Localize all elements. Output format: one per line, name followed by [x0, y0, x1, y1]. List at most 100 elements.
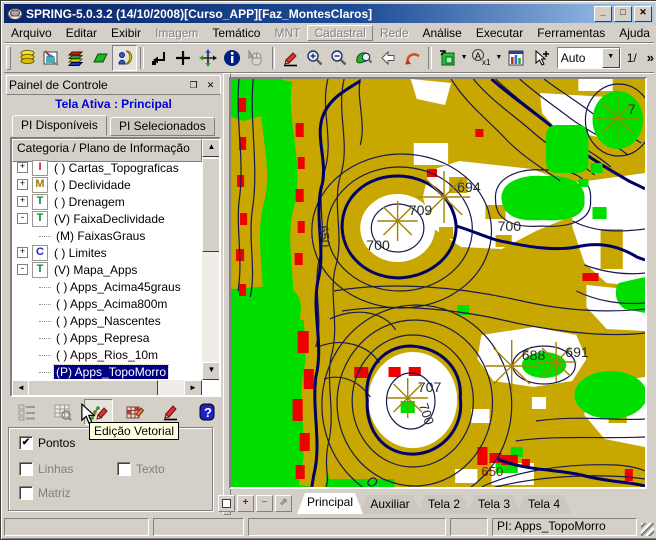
tab-principal[interactable]: Principal	[297, 493, 363, 514]
panel-float-button[interactable]: ❐	[186, 79, 201, 92]
checkbox-mark	[19, 462, 33, 476]
database-button[interactable]	[15, 45, 39, 71]
elevation-label-688: 688	[522, 347, 546, 363]
tree-item-apps-topomorro[interactable]: (P) Apps_TopoMorro	[13, 363, 201, 379]
tab-pi-disponiveis[interactable]: PI Disponíveis	[12, 115, 107, 136]
tree-hscrollbar[interactable]: ◄ ►	[12, 380, 202, 395]
tab-pi-selecionados[interactable]: PI Selecionados	[110, 117, 215, 136]
checkbox-mark[interactable]: ✔	[19, 436, 33, 450]
maximize-button[interactable]: □	[614, 6, 632, 22]
menu-ajuda[interactable]: Ajuda	[612, 25, 656, 41]
tree-item-apps-acima45graus[interactable]: ( ) Apps_Acima45graus	[13, 278, 201, 295]
expand-box[interactable]: +	[17, 162, 28, 173]
back-arrow-icon	[378, 48, 398, 68]
select-plus-button[interactable]	[528, 45, 552, 71]
text-scale-button[interactable]: Ax1	[469, 45, 493, 71]
tree-item-faixasgraus[interactable]: (M) FaixasGraus	[13, 227, 201, 244]
pan-button[interactable]	[195, 45, 219, 71]
menu-executar[interactable]: Executar	[469, 25, 530, 41]
menubar: Arquivo Editar Exibir Imagem Temático MN…	[4, 23, 654, 43]
elevation-label-694: 694	[457, 179, 481, 195]
tab-tela-2[interactable]: Tela 2	[417, 495, 471, 514]
menu-ferramentas[interactable]: Ferramentas	[530, 25, 612, 41]
model-data-button[interactable]	[39, 45, 63, 71]
tree-item-mapa-apps[interactable]: -T(V) Mapa_Apps	[13, 261, 201, 278]
tree-item-apps-nascentes[interactable]: ( ) Apps_Nascentes	[13, 312, 201, 329]
tree-item-drenagem[interactable]: +T( ) Drenagem	[13, 193, 201, 210]
scale-combo-arrow[interactable]: ▼	[602, 48, 620, 68]
toolbar-grip[interactable]	[6, 46, 11, 70]
minimize-button[interactable]: _	[594, 6, 612, 22]
toolbar-separator	[272, 47, 276, 69]
tab-auxiliar[interactable]: Auxiliar	[359, 495, 421, 514]
menu-mnt: MNT	[267, 25, 307, 41]
scroll-down-button[interactable]: ▼	[202, 362, 221, 380]
panel-header[interactable]: Painel de Controle ❐ ✕	[6, 75, 221, 95]
pan-icon	[198, 48, 218, 68]
screen-detach-button[interactable]: ⇗	[275, 495, 292, 512]
map-canvas[interactable]: 694 709 700 700 688 691 707 7 650 700 65…	[231, 79, 645, 487]
titlebar[interactable]: SPRING-5.0.3.2 (14/10/2008)[Curso_APP][F…	[4, 4, 654, 23]
edit-button[interactable]	[278, 45, 302, 71]
active-screen-label: Tela Ativa : Principal	[4, 97, 223, 111]
tree-item-declividade[interactable]: +M( ) Declividade	[13, 176, 201, 193]
collapse-box[interactable]: -	[17, 264, 28, 275]
import-vector-dropdown[interactable]: ▼	[459, 54, 469, 61]
expand-box[interactable]: +	[17, 179, 28, 190]
menu-exibir[interactable]: Exibir	[104, 25, 148, 41]
model-data-icon	[41, 48, 61, 68]
menu-tematico[interactable]: Temático	[205, 25, 267, 41]
histogram-button[interactable]	[504, 45, 528, 71]
import-vector-button[interactable]	[435, 45, 459, 71]
tree-item-apps-acima800m[interactable]: ( ) Apps_Acima800m	[13, 295, 201, 312]
close-button[interactable]: ✕	[634, 6, 652, 22]
category-icon-tematico: T	[32, 194, 48, 210]
menu-editar[interactable]: Editar	[59, 25, 104, 41]
screen-add-button[interactable]: +	[237, 495, 254, 512]
spring-window: SPRING-5.0.3.2 (14/10/2008)[Curso_APP][F…	[0, 0, 656, 540]
redraw-button[interactable]	[400, 45, 424, 71]
scroll-up-button[interactable]: ▲	[202, 139, 221, 157]
expand-box[interactable]: +	[17, 247, 28, 258]
add-point-button[interactable]	[171, 45, 195, 71]
tree-item-limites[interactable]: +C( ) Limites	[13, 244, 201, 261]
menu-arquivo[interactable]: Arquivo	[4, 25, 59, 41]
toolbar-overflow-chevron[interactable]: »	[647, 50, 654, 65]
tree-connector	[39, 337, 51, 339]
screen-blank-button[interactable]	[218, 495, 235, 512]
resize-grip[interactable]	[641, 523, 654, 536]
tree-vscrollbar[interactable]: ▲ ▼	[202, 139, 219, 380]
menu-cadastral[interactable]: Cadastral	[307, 25, 372, 41]
panel-close-button[interactable]: ✕	[203, 79, 218, 92]
tree-item-apps-rios-10m[interactable]: ( ) Apps_Rios_10m	[13, 346, 201, 363]
tree-item-cartas[interactable]: +I( ) Cartas_Topograficas	[13, 159, 201, 176]
zoom-area-button[interactable]	[352, 45, 376, 71]
info-button[interactable]	[220, 45, 244, 71]
tree-item-faixadeclividade[interactable]: -T(V) FaixaDeclividade	[13, 210, 201, 227]
hscroll-thumb[interactable]	[28, 380, 158, 397]
control-panel-button[interactable]	[112, 45, 136, 71]
scale-combo[interactable]: Auto ▼	[557, 47, 621, 69]
draw-line-button[interactable]	[147, 45, 171, 71]
zoom-in-button[interactable]	[303, 45, 327, 71]
collapse-box[interactable]: -	[17, 213, 28, 224]
vscroll-thumb[interactable]	[202, 158, 221, 252]
elevation-label-707: 707	[418, 379, 442, 395]
help-button[interactable]: ?	[192, 399, 221, 425]
expand-box[interactable]: +	[17, 196, 28, 207]
screen-remove-button[interactable]: −	[256, 495, 273, 512]
previous-view-button[interactable]	[376, 45, 400, 71]
map-viewport[interactable]: 694 709 700 700 688 691 707 7 650 700 65…	[229, 77, 647, 489]
tab-tela-3[interactable]: Tela 3	[467, 495, 521, 514]
scroll-right-button[interactable]: ►	[184, 380, 202, 397]
zoom-out-button[interactable]	[327, 45, 351, 71]
tab-tela-4[interactable]: Tela 4	[517, 495, 571, 514]
tree-item-apps-represa[interactable]: ( ) Apps_Represa	[13, 329, 201, 346]
layers-button[interactable]	[64, 45, 88, 71]
menu-analise[interactable]: Análise	[416, 25, 469, 41]
histogram-icon	[506, 48, 526, 68]
text-scale-dropdown[interactable]: ▼	[494, 54, 504, 61]
checkbox-pontos[interactable]: ✔Pontos	[19, 436, 75, 450]
polygon-button[interactable]	[88, 45, 112, 71]
svg-text:?: ?	[204, 405, 212, 420]
